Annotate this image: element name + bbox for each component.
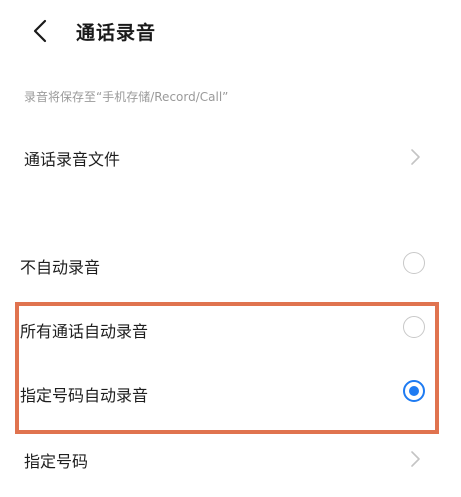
chevron-right-icon bbox=[408, 450, 422, 468]
title-bar: 通话录音 bbox=[0, 0, 461, 62]
specified-numbers-auto-record-option[interactable]: 指定号码自动录音 bbox=[0, 366, 461, 420]
specified-numbers-label: 指定号码 bbox=[24, 452, 89, 471]
all-calls-auto-record-radio[interactable] bbox=[403, 316, 425, 338]
chevron-right-icon bbox=[408, 148, 422, 166]
no-auto-record-option[interactable]: 不自动录音 bbox=[0, 238, 461, 292]
save-location-hint: 录音将保存至“手机存储/Record/Call” bbox=[24, 90, 229, 104]
specified-numbers-item[interactable]: 指定号码 bbox=[0, 434, 461, 484]
chevron-left-icon bbox=[33, 19, 47, 43]
specified-numbers-auto-record-radio[interactable] bbox=[403, 380, 425, 402]
specified-numbers-auto-record-label: 指定号码自动录音 bbox=[20, 386, 149, 405]
back-button[interactable] bbox=[24, 14, 58, 48]
no-auto-record-label: 不自动录音 bbox=[20, 258, 101, 277]
all-calls-auto-record-option[interactable]: 所有通话自动录音 bbox=[0, 302, 461, 356]
no-auto-record-radio[interactable] bbox=[403, 252, 425, 274]
page-title: 通话录音 bbox=[76, 22, 157, 44]
recording-files-label: 通话录音文件 bbox=[24, 150, 121, 169]
recording-files-item[interactable]: 通话录音文件 bbox=[0, 130, 461, 184]
all-calls-auto-record-label: 所有通话自动录音 bbox=[20, 322, 149, 341]
